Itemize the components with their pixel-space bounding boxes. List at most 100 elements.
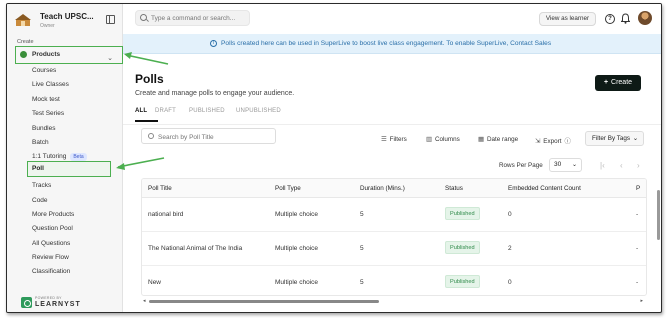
sidebar-item-label: Bundles (32, 124, 56, 132)
create-poll-button[interactable]: + Create (595, 75, 641, 91)
active-tab-indicator (135, 120, 158, 122)
column-header-embedded-count[interactable]: Embedded Content Count (508, 185, 581, 192)
column-header-poll-title[interactable]: Poll Title (148, 185, 172, 192)
rows-per-page-select[interactable]: 30 ⌄ (549, 158, 582, 172)
help-circle-icon[interactable]: ? (605, 14, 615, 24)
sidebar-item-code[interactable]: Code (7, 194, 123, 208)
poll-search[interactable] (141, 128, 276, 144)
sidebar-item-label: Poll (32, 165, 44, 172)
learnyst-wordmark: LEARNYST (35, 301, 81, 308)
cell-poll-title[interactable]: New (148, 279, 161, 286)
sidebar-item-review-flow[interactable]: Review Flow (7, 251, 123, 265)
rows-per-page-label: Rows Per Page (499, 162, 543, 169)
sidebar-item-label: Batch (32, 138, 49, 146)
create-button-label: Create (611, 79, 633, 86)
sidebar-item-tracks[interactable]: Tracks (7, 179, 123, 193)
bell-icon[interactable] (621, 13, 630, 24)
filters-button[interactable]: ☰ Filters (381, 136, 407, 143)
scroll-right-icon[interactable]: ▸ (640, 298, 643, 304)
main-content: Polls Create and manage polls to engage … (123, 54, 661, 312)
next-page-icon[interactable]: › (637, 161, 640, 170)
sidebar-item-question-pool[interactable]: Question Pool (7, 222, 123, 236)
horizontal-scrollbar[interactable]: ◂ ▸ (143, 298, 643, 304)
brand-role: Owner (40, 23, 55, 29)
cell-duration: 5 (360, 245, 364, 252)
table-row[interactable]: national bird Multiple choice 5 Publishe… (142, 198, 646, 232)
sidebar-item-label: Tracks (32, 182, 52, 190)
prev-page-icon[interactable]: ‹ (620, 161, 623, 170)
sidebar-item-more-products[interactable]: More Products (7, 208, 123, 222)
view-as-learner-button[interactable]: View as learner (539, 12, 596, 26)
filter-by-tags-label: Filter By Tags (592, 135, 631, 142)
table-row[interactable]: The National Animal of The India Multipl… (142, 232, 646, 266)
export-label: Export (543, 138, 562, 145)
export-button[interactable]: ⇲ Export ⓘ (535, 136, 574, 145)
products-icon (20, 51, 27, 58)
cell-poll-type: Multiple choice (275, 211, 318, 218)
vertical-scrollbar[interactable] (657, 178, 660, 298)
columns-icon: ▥ (426, 136, 432, 143)
status-badge: Published (445, 275, 480, 288)
sidebar-item-label: Live Classes (32, 81, 69, 89)
column-header-truncated[interactable]: P (636, 185, 640, 192)
info-icon: ⓘ (564, 138, 571, 145)
avatar[interactable] (638, 11, 652, 25)
status-badge: Published (445, 207, 480, 220)
export-icon: ⇲ (535, 138, 541, 145)
sidebar-item-label: 1:1 Tutoring (32, 153, 67, 161)
scroll-left-icon[interactable]: ◂ (143, 298, 146, 304)
poll-search-input[interactable] (158, 132, 268, 142)
cell-poll-title[interactable]: The National Animal of The India (148, 245, 242, 252)
learnyst-logo: POWERED BY LEARNYST (21, 296, 81, 310)
learnyst-logo-icon (21, 297, 32, 308)
column-header-duration[interactable]: Duration (Mins.) (360, 185, 405, 192)
sidebar-toggle-icon[interactable] (106, 15, 115, 24)
sidebar-item-test-series[interactable]: Test Series (7, 107, 123, 121)
tab-published[interactable]: PUBLISHED (189, 108, 225, 114)
plus-icon: + (603, 79, 609, 86)
beta-badge: Beta (70, 152, 87, 161)
sidebar-item-label: Test Series (32, 110, 65, 118)
sidebar-item-poll-active[interactable]: Poll (27, 161, 111, 177)
table-header: Poll Title Poll Type Duration (Mins.) St… (142, 179, 646, 198)
first-page-icon[interactable]: |‹ (600, 161, 605, 170)
top-bar: View as learner ? (123, 4, 661, 34)
cell-poll-title[interactable]: national bird (148, 211, 183, 218)
tab-draft[interactable]: DRAFT (155, 108, 176, 114)
sidebar-item-bundles[interactable]: Bundles (7, 122, 123, 136)
command-search-input[interactable] (151, 13, 247, 24)
sidebar-item-live-classes[interactable]: Live Classes (7, 78, 123, 92)
columns-button[interactable]: ▥ Columns (426, 136, 460, 143)
vertical-scroll-thumb[interactable] (657, 190, 660, 240)
sidebar-item-classification[interactable]: Classification (7, 265, 123, 279)
cell-poll-type: Multiple choice (275, 279, 318, 286)
table-row[interactable]: New Multiple choice 5 Published 0 - (142, 266, 646, 295)
brand[interactable]: Teach UPSC... Owner (13, 10, 121, 32)
info-icon: i (210, 40, 217, 47)
search-icon (148, 133, 154, 139)
tab-unpublished[interactable]: UNPUBLISHED (236, 108, 281, 114)
sidebar-item-products[interactable]: Products ⌄ (7, 46, 123, 64)
cell-embedded-count: 0 (508, 279, 512, 286)
cell-duration: 5 (360, 279, 364, 286)
info-banner: i Polls created here can be used in Supe… (123, 34, 661, 54)
cell-poll-type: Multiple choice (275, 245, 318, 252)
sidebar: Teach UPSC... Owner Create Products ⌄ Co… (7, 4, 123, 312)
cell-truncated: - (636, 211, 639, 218)
sidebar-item-all-questions[interactable]: All Questions (7, 237, 123, 251)
sidebar-item-courses[interactable]: Courses (7, 64, 123, 78)
filter-by-tags-dropdown[interactable]: Filter By Tags ⌄ (585, 131, 644, 146)
sidebar-item-mock-test[interactable]: Mock test (7, 93, 123, 107)
filters-label: Filters (389, 136, 407, 143)
sidebar-item-batch[interactable]: Batch (7, 136, 123, 150)
sidebar-item-label: More Products (32, 210, 75, 218)
page-title: Polls (135, 72, 164, 86)
column-header-status[interactable]: Status (445, 185, 463, 192)
column-header-poll-type[interactable]: Poll Type (275, 185, 301, 192)
date-range-button[interactable]: ▦ Date range (478, 136, 518, 143)
brand-name: Teach UPSC... (40, 12, 94, 21)
horizontal-scroll-thumb[interactable] (149, 300, 379, 303)
cell-embedded-count: 2 (508, 245, 512, 252)
tab-all[interactable]: ALL (135, 108, 147, 114)
command-search[interactable] (135, 10, 250, 26)
